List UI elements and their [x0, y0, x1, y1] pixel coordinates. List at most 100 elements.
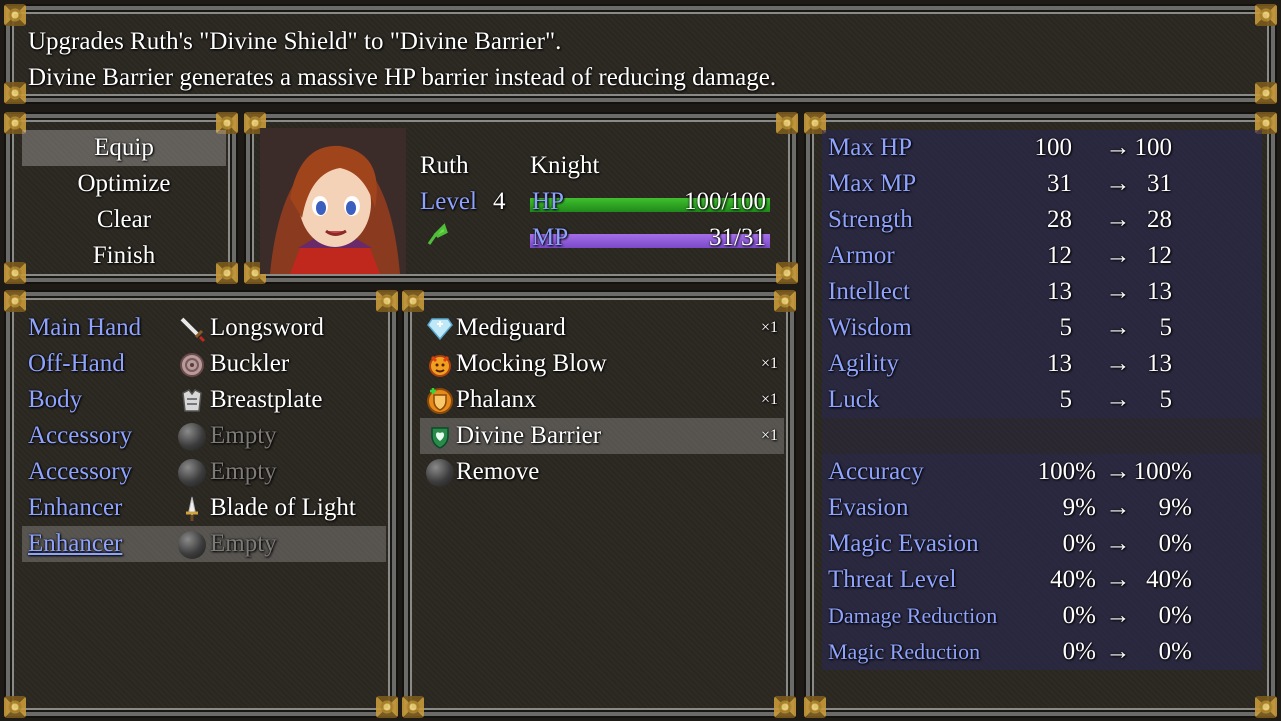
clear-command-label: Clear	[96, 206, 152, 233]
slot-item-name: Empty	[210, 422, 277, 449]
mediguard-icon	[426, 315, 454, 343]
param-old-value: 100	[1034, 134, 1073, 161]
optimize-command-label: Optimize	[77, 170, 171, 197]
param-arrow: →	[1105, 134, 1131, 161]
param-old-value: 5	[1059, 386, 1073, 413]
corner-ornament	[4, 82, 26, 104]
empty-orb-icon	[178, 423, 206, 451]
param-name: Max HP	[828, 134, 913, 161]
slot-label: Accessory	[28, 422, 133, 449]
param-row-magic-evasion: Magic Evasion 0% → 0%	[822, 526, 1262, 562]
empty-orb-icon	[178, 459, 206, 487]
finish-command[interactable]: Finish	[22, 238, 226, 274]
help-text-line-1: Upgrades Ruth's "Divine Shield" to "Divi…	[28, 28, 562, 55]
slot-enhancer-1[interactable]: Enhancer Blade of Light	[22, 490, 386, 526]
corner-ornament	[1255, 82, 1277, 104]
item-mediguard[interactable]: Mediguard ×1	[420, 310, 784, 346]
param-name: Strength	[828, 206, 913, 233]
blade-of-light-icon	[178, 495, 206, 523]
slot-main-hand[interactable]: Main Hand Longsword	[22, 310, 386, 346]
param-old-value: 13	[1047, 350, 1072, 377]
param-new-value: 13	[1147, 278, 1172, 305]
command-window: Equip Optimize Clear Finish	[4, 112, 238, 284]
item-phalanx[interactable]: Phalanx ×1	[420, 382, 784, 418]
slot-body[interactable]: Body Breastplate	[22, 382, 386, 418]
parameter-window: Max HP 100 → 100 Max MP 31 → 31 Strength…	[804, 112, 1277, 718]
param-old-value: 9%	[1062, 494, 1096, 521]
mocking-blow-icon	[426, 351, 454, 379]
param-arrow: →	[1105, 206, 1131, 233]
slot-item-name: Longsword	[210, 314, 324, 341]
sword-icon	[178, 315, 206, 343]
param-name: Max MP	[828, 170, 917, 197]
param-row-armor: Armor 12 → 12	[822, 238, 1262, 274]
param-row-threat-level: Threat Level 40% → 40%	[822, 562, 1262, 598]
corner-ornament	[776, 112, 798, 134]
slot-label: Enhancer	[28, 530, 123, 557]
param-new-value: 0%	[1158, 530, 1192, 557]
param-new-value: 13	[1147, 350, 1172, 377]
param-old-value: 0%	[1062, 530, 1096, 557]
item-name: Phalanx	[456, 386, 537, 413]
equip-command-label: Equip	[94, 134, 154, 161]
equip-command[interactable]: Equip	[22, 130, 226, 166]
optimize-command[interactable]: Optimize	[22, 166, 226, 202]
param-arrow: →	[1105, 566, 1131, 593]
corner-ornament	[4, 290, 26, 312]
param-arrow: →	[1105, 530, 1131, 557]
param-arrow: →	[1105, 314, 1131, 341]
clear-command[interactable]: Clear	[22, 202, 226, 238]
mp-value: 31/31	[709, 224, 766, 251]
param-row-accuracy: Accuracy 100% → 100%	[822, 454, 1262, 490]
param-spacer-row	[822, 418, 1262, 454]
param-new-value: 9%	[1158, 494, 1192, 521]
item-count: ×1	[760, 391, 778, 408]
slot-accessory-1[interactable]: Accessory Empty	[22, 418, 386, 454]
actor-portrait	[260, 128, 406, 274]
param-arrow: →	[1105, 278, 1131, 305]
item-name: Mocking Blow	[456, 350, 607, 377]
slot-enhancer-2[interactable]: Enhancer Empty	[22, 526, 386, 562]
param-new-value: 28	[1147, 206, 1172, 233]
corner-ornament	[402, 696, 424, 718]
hp-value: 100/100	[684, 188, 766, 215]
item-divine-barrier[interactable]: Divine Barrier ×1	[420, 418, 784, 454]
slot-off-hand[interactable]: Off-Hand Buckler	[22, 346, 386, 382]
corner-ornament	[804, 696, 826, 718]
item-remove[interactable]: Remove	[420, 454, 784, 490]
param-arrow: →	[1105, 638, 1131, 665]
param-new-value: 0%	[1158, 638, 1192, 665]
param-new-value: 100%	[1133, 458, 1192, 485]
empty-orb-icon	[178, 531, 206, 559]
corner-ornament	[774, 696, 796, 718]
param-name: Threat Level	[828, 566, 957, 593]
param-row-magic-reduction: Magic Reduction 0% → 0%	[822, 634, 1262, 670]
param-name: Magic Evasion	[828, 530, 979, 557]
param-row-strength: Strength 28 → 28	[822, 202, 1262, 238]
help-window: Upgrades Ruth's "Divine Shield" to "Divi…	[4, 4, 1277, 104]
param-old-value: 31	[1047, 170, 1072, 197]
slot-item-name: Empty	[210, 530, 277, 557]
divine-barrier-icon	[426, 423, 454, 451]
corner-ornament	[774, 290, 796, 312]
equipment-slot-window: Main Hand Longsword Off-Hand Buckler Bod…	[4, 290, 398, 718]
slot-item-name: Blade of Light	[210, 494, 356, 521]
slot-accessory-2[interactable]: Accessory Empty	[22, 454, 386, 490]
remove-orb-icon	[426, 459, 454, 487]
param-new-value: 31	[1147, 170, 1172, 197]
level-value: 4	[493, 188, 506, 215]
corner-ornament	[1255, 696, 1277, 718]
item-count: ×1	[760, 355, 778, 372]
item-count: ×1	[760, 427, 778, 444]
param-new-value: 100	[1134, 134, 1173, 161]
corner-ornament	[376, 290, 398, 312]
corner-ornament	[4, 696, 26, 718]
param-arrow: →	[1105, 386, 1131, 413]
item-mocking-blow[interactable]: Mocking Blow ×1	[420, 346, 784, 382]
param-new-value: 0%	[1158, 602, 1192, 629]
param-name: Agility	[828, 350, 899, 377]
buckler-icon	[178, 351, 206, 379]
phalanx-icon	[426, 387, 454, 415]
param-old-value: 0%	[1062, 638, 1096, 665]
param-arrow: →	[1105, 170, 1131, 197]
